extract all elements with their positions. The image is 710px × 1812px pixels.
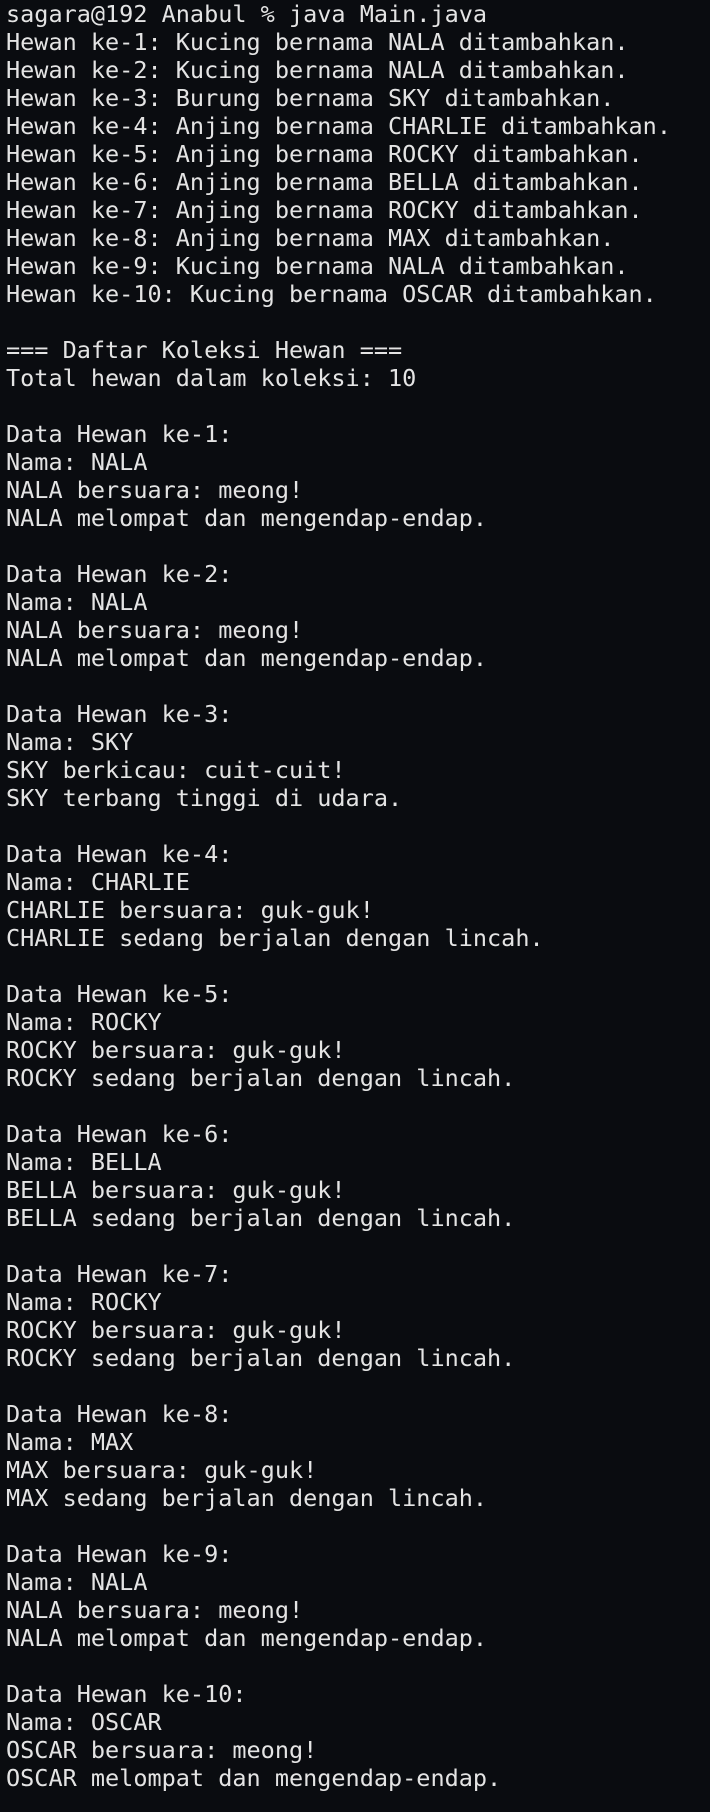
animal-movement: OSCAR melompat dan mengendap-endap. [6, 1764, 502, 1792]
added-line: Hewan ke-3: Burung bernama SKY ditambahk… [6, 84, 615, 112]
animal-name: Nama: ROCKY [6, 1288, 162, 1316]
added-line: Hewan ke-1: Kucing bernama NALA ditambah… [6, 28, 629, 56]
animal-heading: Data Hewan ke-8: [6, 1400, 233, 1428]
added-line: Hewan ke-7: Anjing bernama ROCKY ditamba… [6, 196, 643, 224]
animal-sound: MAX bersuara: guk-guk! [6, 1456, 318, 1484]
animal-movement: ROCKY sedang berjalan dengan lincah. [6, 1344, 516, 1372]
animal-heading: Data Hewan ke-5: [6, 980, 233, 1008]
animal-record: Data Hewan ke-9: Nama: NALA NALA bersuar… [6, 1540, 710, 1652]
added-line: Hewan ke-9: Kucing bernama NALA ditambah… [6, 252, 629, 280]
animal-heading: Data Hewan ke-4: [6, 840, 233, 868]
animal-sound: CHARLIE bersuara: guk-guk! [6, 896, 374, 924]
animal-record: Data Hewan ke-4: Nama: CHARLIE CHARLIE b… [6, 840, 710, 952]
animal-movement: NALA melompat dan mengendap-endap. [6, 1624, 488, 1652]
animal-name: Nama: NALA [6, 1568, 148, 1596]
added-line: Hewan ke-5: Anjing bernama ROCKY ditamba… [6, 140, 643, 168]
animal-record: Data Hewan ke-7: Nama: ROCKY ROCKY bersu… [6, 1260, 710, 1372]
animal-movement: CHARLIE sedang berjalan dengan lincah. [6, 924, 544, 952]
animal-record-list: Data Hewan ke-1: Nama: NALA NALA bersuar… [6, 392, 710, 1792]
added-animals-log: Hewan ke-1: Kucing bernama NALA ditambah… [6, 28, 710, 308]
added-line: Hewan ke-6: Anjing bernama BELLA ditamba… [6, 168, 643, 196]
animal-movement: BELLA sedang berjalan dengan lincah. [6, 1204, 516, 1232]
animal-heading: Data Hewan ke-2: [6, 560, 233, 588]
animal-sound: ROCKY bersuara: guk-guk! [6, 1036, 346, 1064]
animal-sound: SKY berkicau: cuit-cuit! [6, 756, 346, 784]
animal-name: Nama: MAX [6, 1428, 134, 1456]
animal-name: Nama: CHARLIE [6, 868, 190, 896]
animal-name: Nama: NALA [6, 588, 148, 616]
animal-record: Data Hewan ke-5: Nama: ROCKY ROCKY bersu… [6, 980, 710, 1092]
animal-record: Data Hewan ke-1: Nama: NALA NALA bersuar… [6, 420, 710, 532]
animal-name: Nama: OSCAR [6, 1708, 162, 1736]
added-line: Hewan ke-10: Kucing bernama OSCAR ditamb… [6, 280, 657, 308]
animal-heading: Data Hewan ke-6: [6, 1120, 233, 1148]
animal-sound: NALA bersuara: meong! [6, 476, 304, 504]
command-prompt-line: sagara@192 Anabul % java Main.java [6, 0, 488, 28]
animal-name: Nama: NALA [6, 448, 148, 476]
animal-movement: NALA melompat dan mengendap-endap. [6, 504, 488, 532]
animal-record: Data Hewan ke-8: Nama: MAX MAX bersuara:… [6, 1400, 710, 1512]
animal-name: Nama: SKY [6, 728, 134, 756]
animal-movement: SKY terbang tinggi di udara. [6, 784, 403, 812]
added-line: Hewan ke-8: Anjing bernama MAX ditambahk… [6, 224, 615, 252]
animal-heading: Data Hewan ke-1: [6, 420, 233, 448]
added-line: Hewan ke-2: Kucing bernama NALA ditambah… [6, 56, 629, 84]
collection-header: === Daftar Koleksi Hewan === [6, 336, 403, 364]
animal-record: Data Hewan ke-3: Nama: SKY SKY berkicau:… [6, 700, 710, 812]
animal-sound: ROCKY bersuara: guk-guk! [6, 1316, 346, 1344]
animal-heading: Data Hewan ke-10: [6, 1680, 247, 1708]
added-line: Hewan ke-4: Anjing bernama CHARLIE ditam… [6, 112, 671, 140]
animal-record: Data Hewan ke-2: Nama: NALA NALA bersuar… [6, 560, 710, 672]
animal-movement: ROCKY sedang berjalan dengan lincah. [6, 1064, 516, 1092]
animal-movement: NALA melompat dan mengendap-endap. [6, 644, 488, 672]
animal-heading: Data Hewan ke-7: [6, 1260, 233, 1288]
terminal-window[interactable]: sagara@192 Anabul % java Main.java Hewan… [0, 0, 710, 1812]
animal-name: Nama: BELLA [6, 1148, 162, 1176]
animal-sound: NALA bersuara: meong! [6, 616, 304, 644]
collection-total: Total hewan dalam koleksi: 10 [6, 364, 417, 392]
animal-movement: MAX sedang berjalan dengan lincah. [6, 1484, 488, 1512]
animal-record: Data Hewan ke-6: Nama: BELLA BELLA bersu… [6, 1120, 710, 1232]
animal-sound: NALA bersuara: meong! [6, 1596, 304, 1624]
animal-record: Data Hewan ke-10: Nama: OSCAR OSCAR bers… [6, 1680, 710, 1792]
animal-sound: BELLA bersuara: guk-guk! [6, 1176, 346, 1204]
animal-name: Nama: ROCKY [6, 1008, 162, 1036]
animal-heading: Data Hewan ke-3: [6, 700, 233, 728]
animal-sound: OSCAR bersuara: meong! [6, 1736, 318, 1764]
animal-heading: Data Hewan ke-9: [6, 1540, 233, 1568]
